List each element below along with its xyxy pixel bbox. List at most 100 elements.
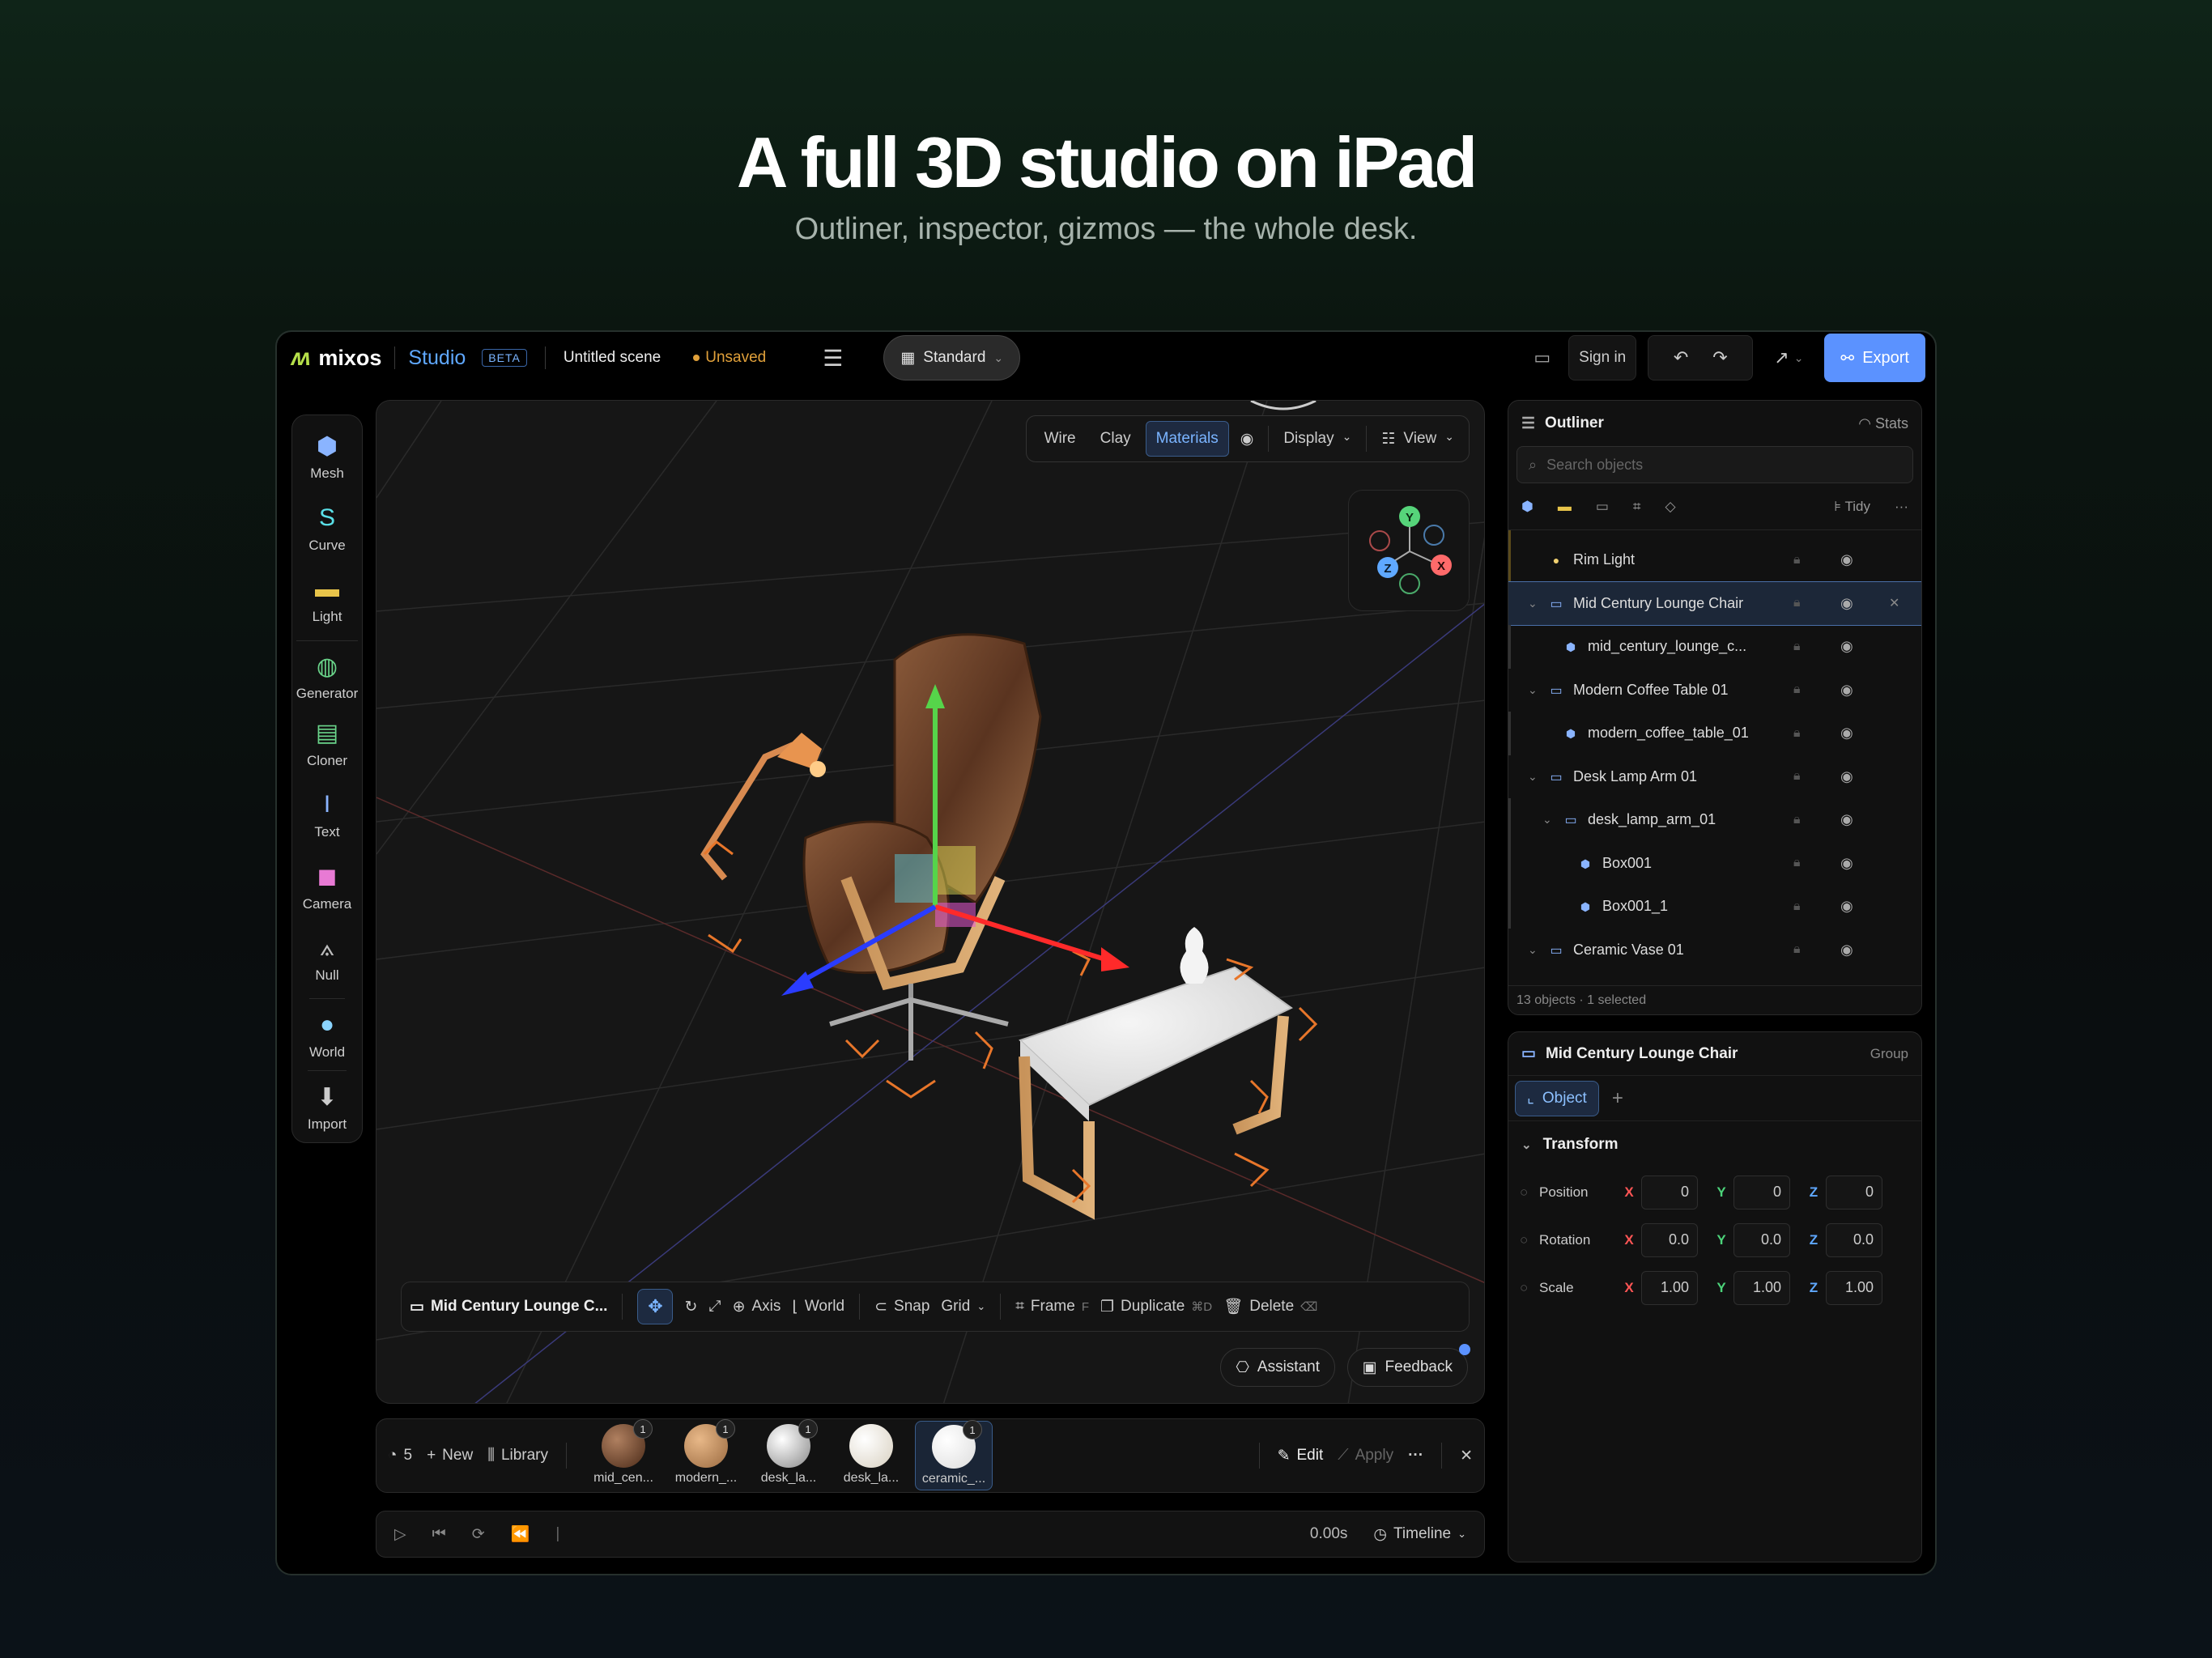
x-field[interactable]: 1.00 bbox=[1641, 1270, 1698, 1305]
menu-icon[interactable]: ☰ bbox=[823, 345, 843, 372]
eye-icon[interactable]: ◉ bbox=[1840, 855, 1853, 872]
close-icon[interactable]: ✕ bbox=[1889, 595, 1899, 611]
tidy-button[interactable]: ⊧ Tidy bbox=[1834, 499, 1870, 515]
edit-material-button[interactable]: ✎ Edit bbox=[1278, 1447, 1324, 1465]
outliner-row[interactable]: ⌄ ▭ desk_lamp_arm_01 🔒︎ ◉ bbox=[1508, 798, 1921, 842]
outliner-row[interactable]: ⬢ modern_coffee_table_01 🔒︎ ◉ bbox=[1508, 712, 1921, 755]
outliner-row[interactable]: ⌄ ▭ Ceramic Vase 01 🔒︎ ◉ bbox=[1508, 929, 1921, 972]
eye-icon[interactable]: ◉ bbox=[1234, 430, 1261, 449]
lock-icon[interactable]: 🔒︎ bbox=[1793, 856, 1801, 870]
lock-icon[interactable]: 🔒︎ bbox=[1793, 553, 1801, 568]
eye-icon[interactable]: ◉ bbox=[1840, 638, 1853, 655]
chevron-down-icon[interactable]: ⌄ bbox=[1528, 597, 1544, 610]
tool-world[interactable]: ● World bbox=[308, 998, 346, 1062]
frame-button[interactable]: ⌗ Frame F bbox=[1015, 1298, 1089, 1316]
tool-text[interactable]: I Text bbox=[313, 784, 342, 848]
more-icon[interactable]: ··· bbox=[1408, 1447, 1423, 1465]
eye-icon[interactable]: ◉ bbox=[1840, 898, 1853, 915]
y-field[interactable]: 0.0 bbox=[1733, 1222, 1790, 1257]
material-swatch[interactable]: 1 desk_la... bbox=[750, 1419, 827, 1490]
lock-icon[interactable]: 🔒︎ bbox=[1793, 682, 1801, 697]
play-icon[interactable]: ▷ bbox=[394, 1525, 406, 1544]
snap-button[interactable]: ⊂ Snap bbox=[874, 1298, 929, 1316]
assistant-button[interactable]: ⎔ Assistant bbox=[1220, 1348, 1335, 1387]
delete-button[interactable]: 🗑 Delete ⌫ bbox=[1223, 1297, 1317, 1316]
lock-icon[interactable]: 🔒︎ bbox=[1793, 769, 1801, 784]
shading-materials[interactable]: Materials bbox=[1145, 421, 1229, 457]
grid-select[interactable]: Grid ⌄ bbox=[941, 1298, 985, 1316]
skip-back-icon[interactable]: ⏮ bbox=[432, 1525, 446, 1543]
outliner-row[interactable]: ⌄ ▭ Desk Lamp Arm 01 🔒︎ ◉ bbox=[1508, 755, 1921, 799]
y-field[interactable]: 1.00 bbox=[1733, 1270, 1790, 1305]
z-field[interactable]: 1.00 bbox=[1826, 1270, 1882, 1305]
share-menu[interactable]: ↗ ⌄ bbox=[1764, 335, 1813, 380]
new-material-button[interactable]: + New bbox=[427, 1447, 473, 1465]
tool-cloner[interactable]: ▤ Cloner bbox=[307, 712, 347, 776]
outliner-row[interactable]: ⬢ mid_century_lounge_c... 🔒︎ ◉ bbox=[1508, 625, 1921, 669]
lock-icon[interactable]: 🔒︎ bbox=[1793, 942, 1801, 957]
chevron-down-icon[interactable]: ⌄ bbox=[1528, 943, 1544, 957]
tab-object[interactable]: ⌞ Object bbox=[1515, 1080, 1599, 1116]
search-input[interactable]: ⌕ Search objects bbox=[1516, 446, 1913, 483]
panel-icon[interactable]: ▭ bbox=[1534, 347, 1551, 368]
lock-icon[interactable]: 🔒︎ bbox=[1793, 596, 1801, 610]
export-button[interactable]: ⚯ Export bbox=[1824, 334, 1925, 382]
axis-button[interactable]: ⊕ Axis bbox=[733, 1298, 781, 1316]
undo-icon[interactable]: ↶ bbox=[1674, 347, 1688, 368]
move-tool-button[interactable]: ✥ bbox=[637, 1289, 674, 1324]
outliner-row[interactable]: ● Rim Light 🔒︎ ◉ bbox=[1508, 538, 1921, 582]
sign-in-button[interactable]: Sign in bbox=[1568, 335, 1637, 380]
redo-icon[interactable]: ↷ bbox=[1712, 347, 1727, 368]
more-icon[interactable]: ··· bbox=[1895, 499, 1908, 515]
rewind-icon[interactable]: ⏪ bbox=[511, 1524, 530, 1544]
apply-material-button[interactable]: ⟋ Apply bbox=[1338, 1447, 1393, 1465]
close-icon[interactable]: ✕ bbox=[1460, 1447, 1473, 1465]
gizmo-neg-y[interactable] bbox=[1399, 573, 1420, 594]
keyframe-dot-icon[interactable]: ○ bbox=[1520, 1184, 1539, 1201]
world-button[interactable]: ⌊ World bbox=[792, 1298, 844, 1316]
eye-icon[interactable]: ◉ bbox=[1840, 811, 1853, 828]
outliner-row[interactable]: ⌄ ▭ Mid Century Lounge Chair 🔒︎ ◉ ✕ bbox=[1508, 580, 1921, 626]
transform-section[interactable]: ⌄ Transform bbox=[1508, 1121, 1921, 1168]
tool-generator[interactable]: ◍ Generator bbox=[296, 640, 359, 704]
view-menu[interactable]: ☷ View ⌄ bbox=[1375, 430, 1461, 449]
loop-icon[interactable]: ⟳ bbox=[472, 1525, 485, 1544]
filter-mesh-icon[interactable]: ⬢ bbox=[1521, 499, 1534, 515]
scale-icon[interactable]: ⤢ bbox=[708, 1298, 721, 1316]
viewport[interactable]: Wire Clay Materials ◉ Display ⌄ ☷ View ⌄ Y … bbox=[376, 400, 1485, 1404]
eye-icon[interactable]: ◉ bbox=[1840, 942, 1853, 959]
material-swatch[interactable]: 1 modern_... bbox=[667, 1419, 745, 1490]
x-field[interactable]: 0 bbox=[1641, 1175, 1698, 1209]
eye-icon[interactable]: ◉ bbox=[1840, 725, 1853, 742]
chevron-down-icon[interactable]: ⌄ bbox=[1528, 770, 1544, 784]
material-swatch[interactable]: desk_la... bbox=[832, 1421, 910, 1490]
gizmo-neg-z[interactable] bbox=[1423, 525, 1444, 546]
tool-light[interactable]: ▬ Light bbox=[313, 568, 342, 632]
shading-wire[interactable]: Wire bbox=[1035, 422, 1086, 456]
outliner-row[interactable]: ⬢ Box001 🔒︎ ◉ bbox=[1508, 841, 1921, 885]
lock-icon[interactable]: 🔒︎ bbox=[1793, 899, 1801, 914]
stats-button[interactable]: ◠ Stats bbox=[1858, 415, 1908, 432]
display-menu[interactable]: Display ⌄ bbox=[1277, 430, 1358, 448]
orientation-gizmo[interactable]: Y Z X bbox=[1348, 490, 1470, 611]
gizmo-neg-x[interactable] bbox=[1369, 530, 1390, 551]
duplicate-button[interactable]: ❐ Duplicate ⌘D bbox=[1100, 1298, 1212, 1316]
z-field[interactable]: 0.0 bbox=[1826, 1222, 1882, 1257]
chevron-down-icon[interactable]: ⌄ bbox=[1528, 683, 1544, 697]
material-swatch[interactable]: 1 mid_cen... bbox=[585, 1419, 662, 1490]
shading-clay[interactable]: Clay bbox=[1091, 422, 1141, 456]
tool-null[interactable]: ⟑ Null bbox=[313, 927, 342, 991]
eye-icon[interactable]: ◉ bbox=[1840, 595, 1853, 612]
outliner-row[interactable]: ⬢ Box001_1 🔒︎ ◉ bbox=[1508, 885, 1921, 929]
mode-select[interactable]: ▦ Standard ⌄ bbox=[883, 335, 1021, 380]
x-field[interactable]: 0.0 bbox=[1641, 1222, 1698, 1257]
library-button[interactable]: ⫼ Library bbox=[487, 1447, 548, 1465]
tool-import[interactable]: ⬇ Import bbox=[307, 1070, 347, 1134]
lock-icon[interactable]: 🔒︎ bbox=[1793, 726, 1801, 741]
playhead[interactable]: | bbox=[555, 1525, 559, 1543]
chevron-down-icon[interactable]: ⌄ bbox=[1542, 813, 1559, 827]
eye-icon[interactable]: ◉ bbox=[1840, 768, 1853, 785]
filter-frame-icon[interactable]: ⌗ bbox=[1633, 499, 1641, 515]
add-tab-icon[interactable]: + bbox=[1612, 1087, 1623, 1110]
z-field[interactable]: 0 bbox=[1826, 1175, 1882, 1209]
